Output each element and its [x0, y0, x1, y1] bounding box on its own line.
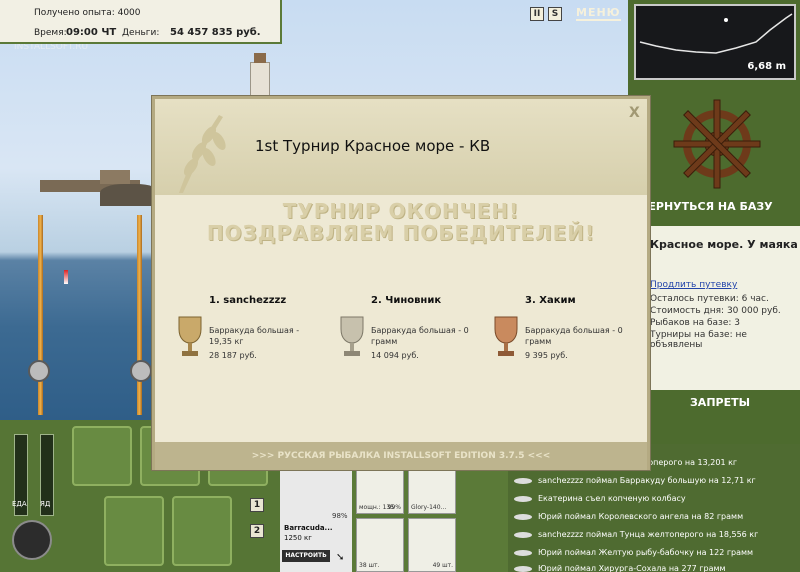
- menu-button[interactable]: МЕНЮ: [576, 6, 621, 21]
- line-name: Glory-140...: [411, 504, 447, 511]
- bait-item[interactable]: 49 шт.: [408, 518, 456, 572]
- rod-percent: 98%: [332, 512, 348, 520]
- money-label: Деньги:: [122, 28, 160, 38]
- setup-button[interactable]: НАСТРОИТЬ: [282, 550, 330, 562]
- rocks: [100, 184, 160, 206]
- float-bobber: [64, 270, 68, 284]
- tournaments-status: Турниры на базе: не объявлены: [650, 330, 747, 350]
- tackle-box-slot[interactable]: [72, 426, 132, 486]
- depth-value: 6,68 m: [747, 61, 786, 72]
- winner-name: 3. Хаким: [525, 295, 576, 306]
- winner-name: 2. Чиновник: [371, 295, 442, 306]
- fish-icon: [514, 532, 532, 538]
- trip-remaining: Осталось путевки: 6 час.: [650, 294, 769, 304]
- close-button[interactable]: X: [629, 105, 640, 121]
- time-label: Время:: [34, 28, 67, 38]
- return-to-base-button[interactable]: ВЕРНУТЬСЯ НА БАЗУ: [640, 200, 798, 220]
- depth-map[interactable]: 6,68 m: [634, 4, 796, 80]
- status-panel: Получено опыта: 4000 Время: 09:00 ЧТ Ден…: [0, 0, 282, 44]
- hook-item[interactable]: 38 шт.: [356, 518, 404, 572]
- extend-trip-link[interactable]: Продлить путевку: [650, 280, 737, 290]
- log-entry: Екатерина съел копченую колбасу: [538, 494, 686, 503]
- money-value: 54 457 835 руб.: [170, 27, 261, 38]
- fish-icon: [514, 566, 532, 572]
- tournament-result-dialog: 1st Турнир Красное море - КВ X ТУРНИР ОК…: [152, 96, 650, 470]
- fish-icon: [514, 550, 532, 556]
- fish-icon: [514, 478, 532, 484]
- rod-weight: 1250 кг: [284, 534, 312, 542]
- winner-prize: 9 395 руб.: [525, 351, 568, 360]
- log-entry: Юрий поймал Королевского ангела на 82 гр…: [538, 512, 744, 521]
- poison-label: ЯД: [40, 500, 51, 508]
- headline-finished: ТУРНИР ОКОНЧЕН!: [282, 199, 520, 223]
- hook-count: 38 шт.: [359, 562, 380, 569]
- bait-count: 49 шт.: [432, 562, 453, 569]
- log-entry: Юрий поймал Хирурга-Сохала на 277 грамм: [538, 564, 726, 572]
- pier-house: [100, 170, 130, 184]
- top-controls: II S МЕНЮ: [530, 6, 621, 21]
- reel-2[interactable]: [130, 360, 152, 382]
- page-1-button[interactable]: 1: [250, 498, 264, 512]
- line-item[interactable]: Glory-140...: [408, 468, 456, 514]
- version-footer: >>> РУССКАЯ РЫБАЛКА INSTALLSOFT EDITION …: [155, 442, 647, 470]
- page-2-button[interactable]: 2: [250, 524, 264, 538]
- reel-item[interactable]: мощн.: 135 99%: [356, 468, 404, 514]
- reel-1[interactable]: [28, 360, 50, 382]
- day-cost: Стоимость дня: 30 000 руб.: [650, 306, 781, 316]
- log-entry: Юрий поймал Желтую рыбу-бабочку на 122 г…: [538, 548, 754, 557]
- winner-catch: Барракуда большая - 0 грамм: [371, 326, 469, 346]
- bans-button[interactable]: ЗАПРЕТЫ: [640, 396, 800, 416]
- time-value: 09:00 ЧТ: [66, 27, 117, 38]
- winner-prize: 28 187 руб.: [209, 351, 257, 360]
- experience-text: Получено опыта: 4000: [34, 8, 141, 18]
- winner-catch: Барракуда большая - 0 грамм: [525, 326, 623, 346]
- bucket-slot[interactable]: [172, 496, 232, 566]
- wheat-icon: [179, 115, 226, 193]
- headline-congrats: ПОЗДРАВЛЯЕМ ПОБЕДИТЕЛЕЙ!: [206, 221, 596, 245]
- winner-1: 1. sanchezzzz Барракуда большая - 19,35 …: [167, 295, 327, 375]
- fishing-rod-2[interactable]: [137, 215, 142, 415]
- fish-icon: [514, 496, 532, 502]
- log-entry: sanchezzzz поймал Тунца желтоперого на 1…: [538, 530, 759, 539]
- silver-cup-icon: [340, 316, 364, 356]
- fishers-count: Рыбаков на базе: 3: [650, 318, 740, 328]
- winner-2: 2. Чиновник Барракуда большая - 0 грамм …: [329, 295, 489, 375]
- food-label: ЕДА: [12, 500, 27, 508]
- ship-wheel-icon[interactable]: [672, 96, 762, 192]
- cauldron-icon[interactable]: [12, 520, 52, 560]
- winner-name: 1. sanchezzzz: [209, 295, 287, 306]
- location-panel: Красное море. У маяка Продлить путевку О…: [640, 226, 800, 390]
- location-title: Красное море. У маяка: [650, 238, 798, 251]
- fishing-rod-1[interactable]: [38, 215, 43, 415]
- log-entry: sanchezzzz поймал Барракуду большую на 1…: [538, 476, 756, 485]
- winner-prize: 14 094 руб.: [371, 351, 419, 360]
- winner-3: 3. Хаким Барракуда большая - 0 грамм 9 3…: [483, 295, 643, 375]
- lighthouse: [250, 53, 270, 98]
- pause-button[interactable]: II: [530, 6, 544, 21]
- bronze-cup-icon: [494, 316, 518, 356]
- arrow-icon[interactable]: ➘: [336, 552, 344, 563]
- gold-cup-icon: [178, 316, 202, 356]
- reel-durability: 99%: [387, 504, 401, 511]
- food-basket-slot[interactable]: [104, 496, 164, 566]
- fish-icon: [514, 514, 532, 520]
- winner-catch: Барракуда большая - 19,35 кг: [209, 326, 300, 346]
- dialog-header: 1st Турнир Красное море - КВ X: [155, 99, 647, 195]
- rod-name: Barracuda...: [284, 524, 333, 532]
- rod-card[interactable]: 98% Barracuda... 1250 кг НАСТРОИТЬ ➘: [280, 468, 352, 572]
- sound-button[interactable]: S: [548, 6, 562, 21]
- dialog-title: 1st Турнир Красное море - КВ: [255, 137, 491, 155]
